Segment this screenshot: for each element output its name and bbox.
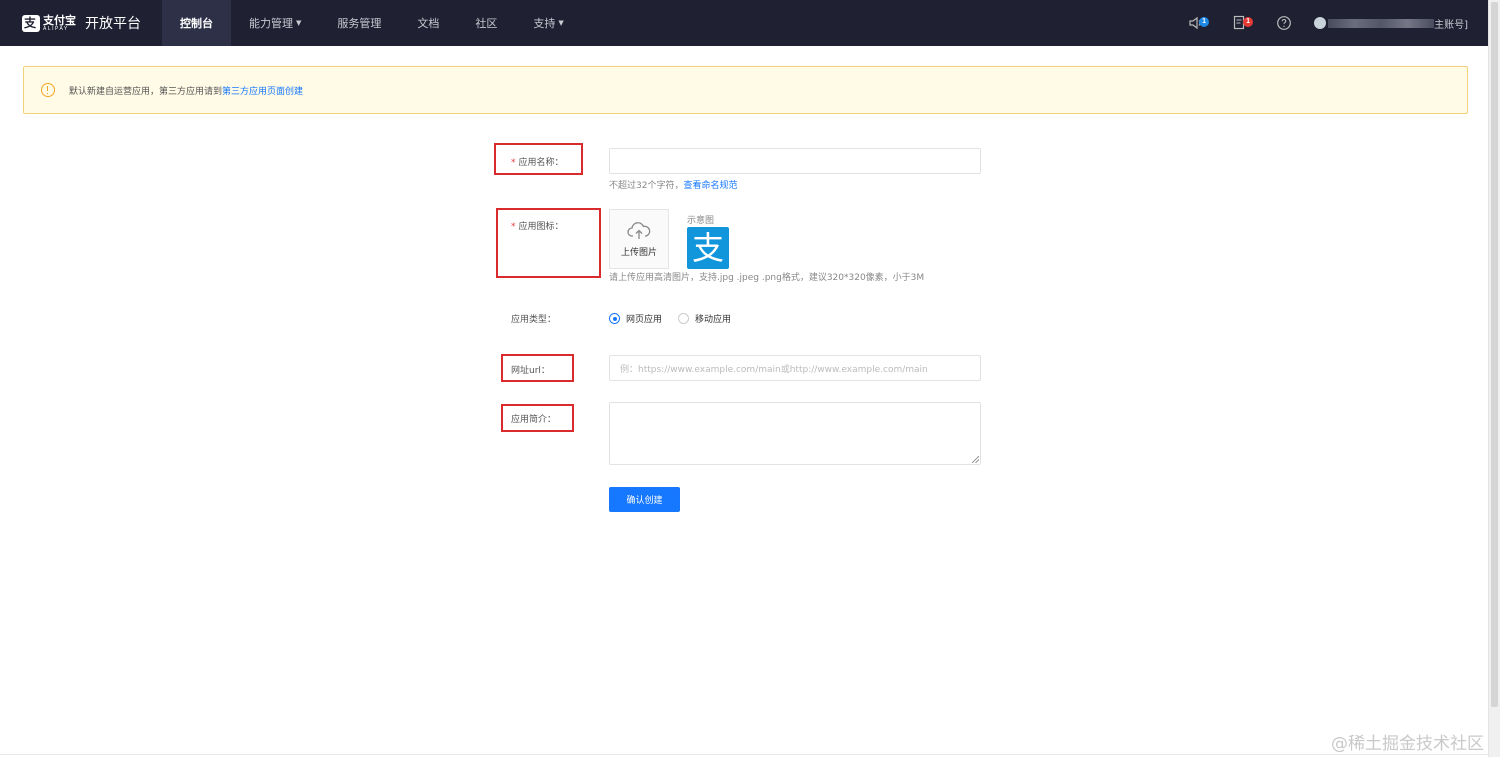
- alipay-logo-icon: [22, 14, 40, 32]
- app-type-radio-group: 网页应用 移动应用: [609, 312, 747, 325]
- nav-item-community[interactable]: 社区: [457, 0, 515, 46]
- sample-label: 示意图: [687, 216, 715, 226]
- upload-label: 上传图片: [620, 247, 657, 258]
- account-name-redacted: [1328, 18, 1435, 28]
- page-scrollbar[interactable]: [1488, 0, 1500, 757]
- nav-item-support[interactable]: 支持 ▼: [515, 0, 581, 46]
- account-type: 主账号]: [1434, 19, 1468, 31]
- confirm-create-button[interactable]: 确认创建: [609, 487, 680, 512]
- top-navbar: 支付宝 ALIPAY 开放平台 控制台 能力管理▼ 服务管理 文档 社区 支持▼…: [0, 0, 1488, 46]
- third-party-app-link[interactable]: 第三方应用页面创建: [222, 87, 303, 97]
- app-type-label: 应用类型：: [511, 315, 557, 325]
- help-button[interactable]: [1276, 15, 1292, 31]
- main-nav: 控制台 能力管理 ▼ 服务管理 文档 社区 支持 ▼: [162, 0, 582, 46]
- todo-button[interactable]: 1: [1232, 15, 1254, 31]
- alipay-logo[interactable]: 支付宝 ALIPAY 开放平台: [0, 0, 162, 46]
- app-intro-label: 应用简介：: [511, 415, 557, 425]
- help-icon: [1277, 16, 1291, 30]
- radio-web-app[interactable]: 网页应用: [609, 312, 662, 325]
- nav-item-docs[interactable]: 文档: [399, 0, 457, 46]
- bottom-divider: [0, 754, 1488, 755]
- notification-button[interactable]: 1: [1188, 15, 1210, 31]
- scrollbar-thumb[interactable]: [1491, 2, 1498, 707]
- app-icon-label: * 应用图标：: [511, 222, 564, 232]
- logo-text-en: ALIPAY: [43, 25, 69, 32]
- notification-badge: 1: [1199, 17, 1210, 27]
- url-input[interactable]: 例：https://www.example.com/main或http://ww…: [609, 355, 981, 381]
- naming-rules-link[interactable]: 查看命名规范: [683, 181, 737, 191]
- app-name-label: * 应用名称：: [511, 158, 564, 168]
- caret-down-icon: ▼: [558, 19, 564, 27]
- watermark: @稀土掘金技术社区: [1331, 734, 1484, 754]
- nav-item-console[interactable]: 控制台: [162, 0, 231, 46]
- radio-unchecked-icon: [678, 313, 690, 324]
- account-menu[interactable]: 主账号]: [1314, 16, 1468, 31]
- url-placeholder: 例：https://www.example.com/main或http://ww…: [620, 364, 928, 375]
- nav-item-service[interactable]: 服务管理: [319, 0, 399, 46]
- alert-text: 默认新建自运营应用，第三方应用请到: [69, 86, 223, 97]
- header-tools: 1 1 主账号]: [1160, 0, 1468, 46]
- app-intro-textarea[interactable]: [609, 402, 981, 465]
- app-name-input[interactable]: [609, 148, 981, 174]
- alipay-sample-icon: 支: [687, 227, 729, 269]
- platform-title: 开放平台: [85, 16, 141, 32]
- radio-checked-icon: [609, 313, 620, 324]
- info-alert: 默认新建自运营应用，第三方应用请到第三方应用页面创建: [23, 66, 1468, 114]
- app-name-help: 不超过32个字符，查看命名规范: [609, 181, 738, 191]
- logo-text-cn: 支付宝: [43, 13, 76, 27]
- cloud-upload-icon: [627, 221, 651, 239]
- warning-circle-icon: [41, 83, 55, 97]
- caret-down-icon: ▼: [296, 19, 302, 27]
- nav-item-capability[interactable]: 能力管理 ▼: [231, 0, 319, 46]
- resize-handle-icon[interactable]: [972, 456, 979, 463]
- radio-mobile-app[interactable]: 移动应用: [678, 312, 731, 325]
- todo-badge: 1: [1243, 17, 1254, 27]
- url-label: 网址url：: [511, 366, 550, 376]
- upload-image-button[interactable]: 上传图片: [609, 209, 669, 269]
- icon-help: 请上传应用高清图片，支持.jpg .jpeg .png格式，建议320*320像…: [609, 273, 925, 283]
- avatar: [1314, 17, 1327, 29]
